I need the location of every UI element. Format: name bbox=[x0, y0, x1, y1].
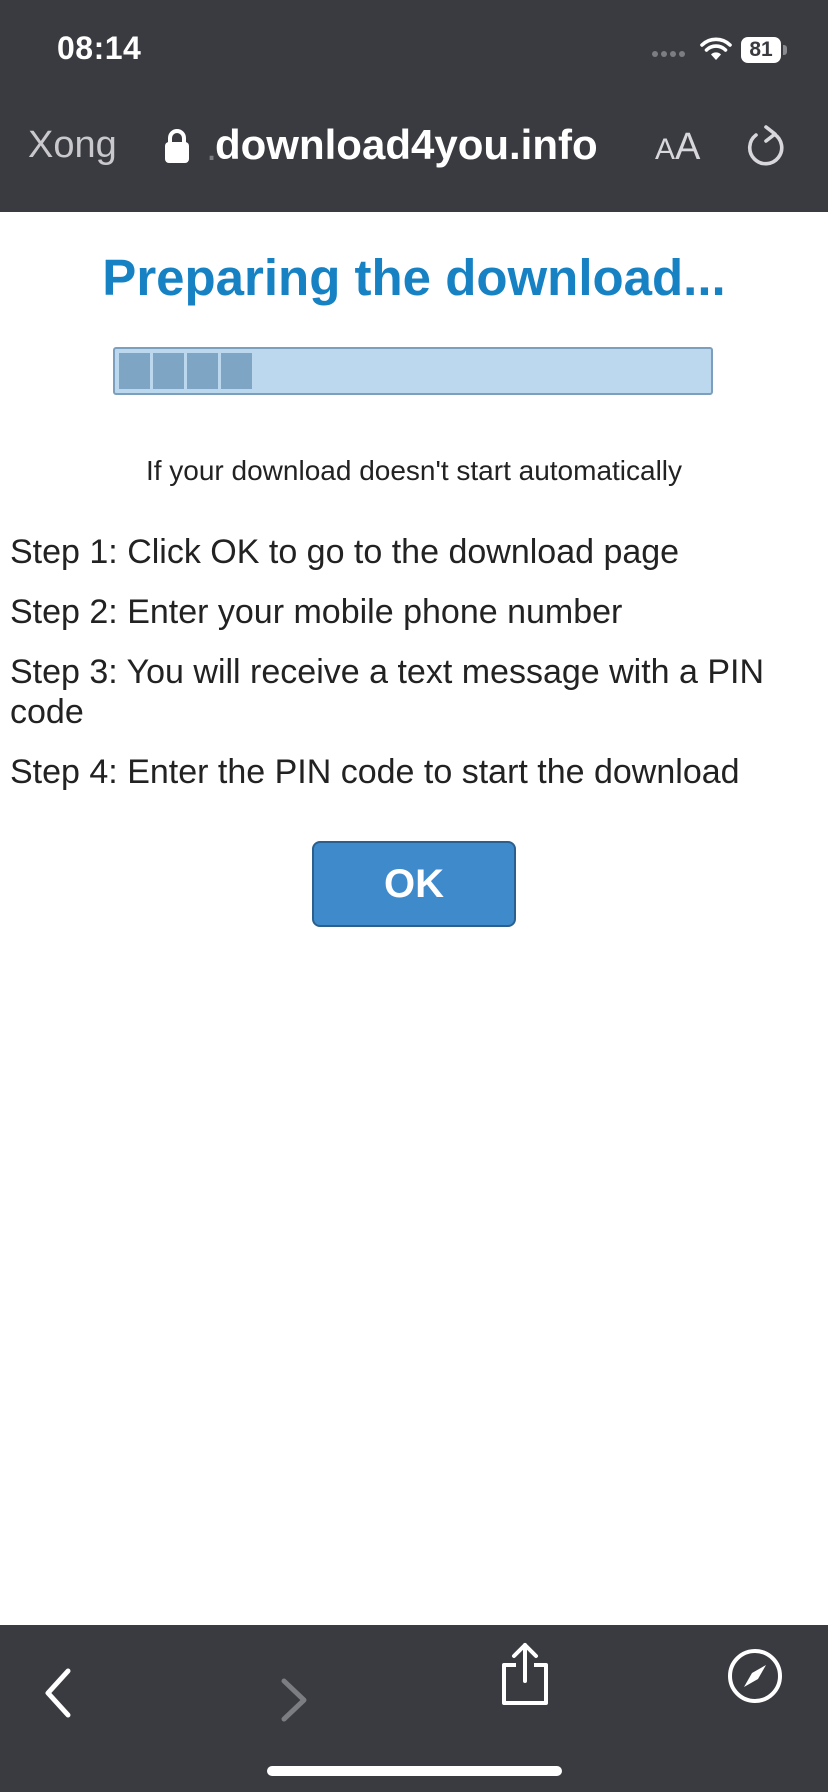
progress-segment bbox=[153, 353, 184, 389]
download-progress-bar bbox=[113, 347, 713, 395]
battery-level: 81 bbox=[741, 37, 781, 63]
compass-icon[interactable] bbox=[726, 1647, 784, 1705]
page-title: Preparing the download... bbox=[102, 249, 726, 306]
step-4: Step 4: Enter the PIN code to start the … bbox=[10, 753, 740, 791]
text-size-large-label: A bbox=[675, 126, 701, 168]
status-time: 08:14 bbox=[57, 30, 142, 66]
text-size-small-label: A bbox=[655, 133, 676, 166]
signal-icon bbox=[652, 51, 685, 57]
wifi-icon bbox=[700, 37, 732, 60]
ok-button[interactable]: OK bbox=[312, 841, 516, 927]
progress-segment bbox=[119, 353, 150, 389]
done-button[interactable]: Xong bbox=[28, 124, 117, 167]
auto-download-note: If your download doesn't start automatic… bbox=[145, 455, 683, 486]
progress-fill bbox=[119, 353, 252, 389]
share-icon[interactable] bbox=[498, 1641, 552, 1707]
home-indicator bbox=[267, 1766, 562, 1776]
progress-segment bbox=[187, 353, 218, 389]
lock-icon bbox=[165, 129, 189, 163]
text-size-button[interactable]: AA bbox=[655, 126, 700, 169]
browser-top-chrome: 08:14 81 Xong . download4you.info AA bbox=[0, 0, 828, 212]
reload-icon[interactable] bbox=[744, 124, 788, 170]
back-icon[interactable] bbox=[40, 1667, 76, 1719]
battery-icon: 81 bbox=[741, 37, 787, 63]
step-1: Step 1: Click OK to go to the download p… bbox=[10, 533, 680, 571]
address-bar[interactable]: download4you.info bbox=[215, 121, 598, 169]
step-2: Step 2: Enter your mobile phone number bbox=[10, 593, 623, 631]
steps-list: Step 1: Click OK to go to the download p… bbox=[10, 532, 818, 812]
progress-segment bbox=[221, 353, 252, 389]
step-3: Step 3: You will receive a text message … bbox=[10, 653, 765, 731]
forward-icon[interactable] bbox=[278, 1677, 310, 1723]
